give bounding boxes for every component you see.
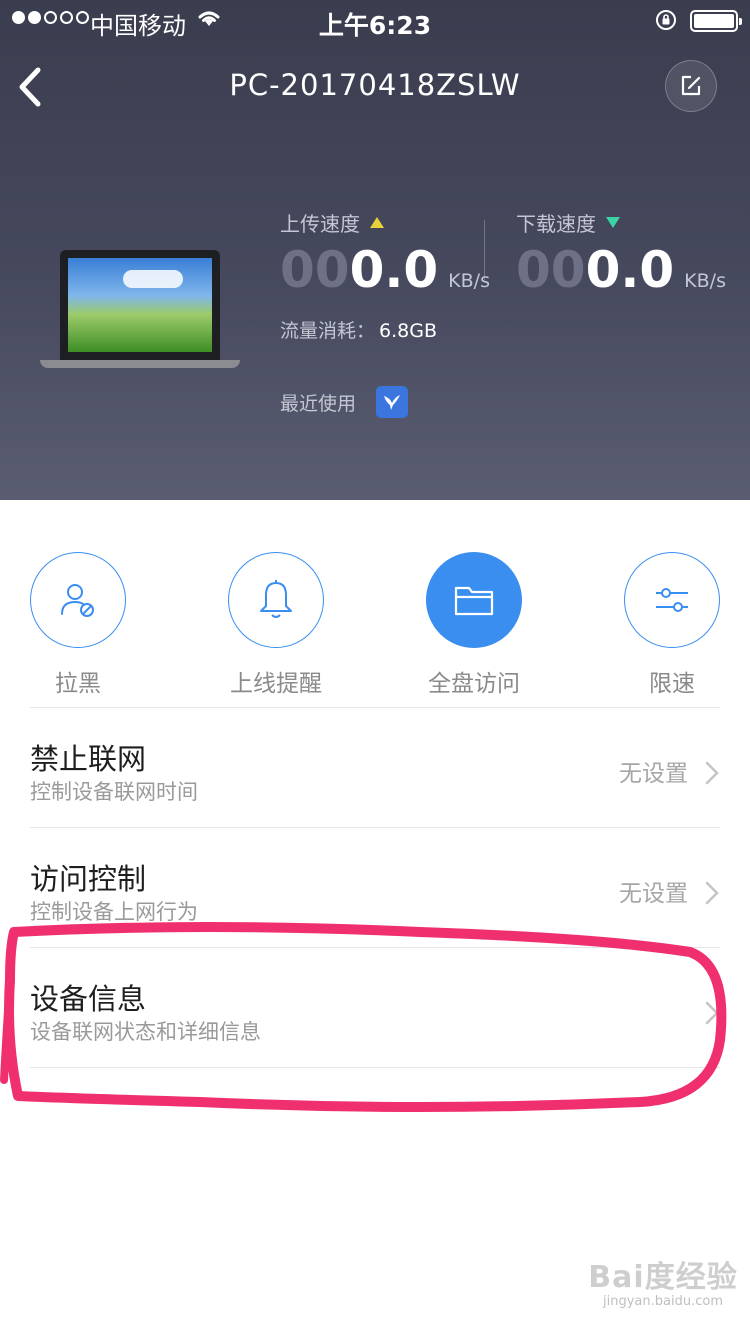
action-label: 上线提醒 [230, 671, 322, 697]
download-speed-value: 0.0 [585, 241, 675, 299]
row-device-info[interactable]: 设备信息 设备联网状态和详细信息 [0, 950, 750, 1068]
device-header: 中国移动 上午6:23 PC-20170418ZSLW 上传速度 00 0.0 … [0, 0, 750, 500]
action-label: 全盘访问 [428, 671, 520, 697]
speed-divider [484, 220, 485, 280]
battery-icon [690, 10, 742, 32]
recent-label: 最近使用 [280, 392, 357, 415]
folder-icon [454, 586, 494, 616]
speed-limit-button[interactable] [624, 552, 720, 648]
laptop-illustration [40, 250, 240, 370]
recent-apps: 最近使用 [280, 386, 409, 418]
upload-speed-leading-zeros: 00 [280, 241, 350, 299]
watermark-logo: Bai度经验 [588, 1260, 738, 1295]
online-alert-button[interactable] [228, 552, 324, 648]
xunlei-app-icon [376, 386, 409, 418]
user-block-icon [61, 584, 94, 617]
traffic-label: 流量消耗： [280, 320, 376, 342]
row-title: 禁止联网 [30, 742, 147, 776]
status-bar: 中国移动 上午6:23 [0, 0, 750, 42]
chevron-right-icon [705, 881, 719, 905]
sliders-icon [656, 588, 688, 612]
row-value: 无设置 [619, 761, 688, 787]
download-speed-unit: KB/s [684, 270, 726, 292]
traffic-value: 6.8GB [379, 320, 437, 342]
arrow-down-icon [606, 217, 620, 228]
row-title: 设备信息 [30, 982, 147, 1016]
download-speed-label: 下载速度 [516, 212, 596, 236]
download-speed-leading-zeros: 00 [516, 241, 586, 299]
row-access-control[interactable]: 访问控制 控制设备上网行为 无设置 [0, 830, 750, 948]
rotation-lock-icon [656, 10, 676, 30]
full-disk-access-button[interactable] [426, 552, 522, 648]
bell-icon [260, 580, 292, 618]
action-label: 拉黑 [55, 671, 101, 697]
page-title: PC-20170418ZSLW [229, 68, 521, 102]
status-time: 上午6:23 [318, 11, 432, 40]
row-value: 无设置 [619, 881, 688, 907]
divider [30, 947, 720, 948]
arrow-up-icon [370, 217, 384, 228]
divider [30, 827, 720, 828]
upload-speed: 上传速度 00 0.0 KB/s [280, 208, 490, 299]
upload-speed-label: 上传速度 [280, 212, 360, 236]
row-subtitle: 控制设备上网行为 [30, 900, 198, 924]
row-title: 访问控制 [30, 862, 147, 896]
edit-button[interactable] [665, 60, 717, 112]
row-block-internet[interactable]: 禁止联网 控制设备联网时间 无设置 [0, 710, 750, 828]
row-subtitle: 设备联网状态和详细信息 [30, 1020, 261, 1044]
action-full-disk-access[interactable]: 全盘访问 [409, 552, 539, 698]
watermark-url: jingyan.baidu.com [603, 1294, 723, 1309]
action-label: 限速 [649, 671, 695, 697]
chevron-right-icon [705, 1001, 719, 1025]
upload-speed-value: 0.0 [349, 241, 439, 299]
action-speed-limit[interactable]: 限速 [607, 552, 737, 698]
traffic-usage: 流量消耗： 6.8GB [280, 316, 437, 343]
watermark: Bai度经验 jingyan.baidu.com [578, 1252, 748, 1309]
action-block[interactable]: 拉黑 [13, 552, 143, 698]
download-speed: 下载速度 00 0.0 KB/s [516, 208, 726, 299]
action-online-alert[interactable]: 上线提醒 [211, 552, 341, 698]
row-subtitle: 控制设备联网时间 [30, 780, 198, 804]
block-button[interactable] [30, 552, 126, 648]
chevron-right-icon [705, 761, 719, 785]
edit-icon [681, 75, 701, 96]
quick-actions: 拉黑 上线提醒 全盘访问 限速 [0, 552, 750, 702]
divider [30, 1067, 720, 1068]
divider [30, 707, 720, 708]
